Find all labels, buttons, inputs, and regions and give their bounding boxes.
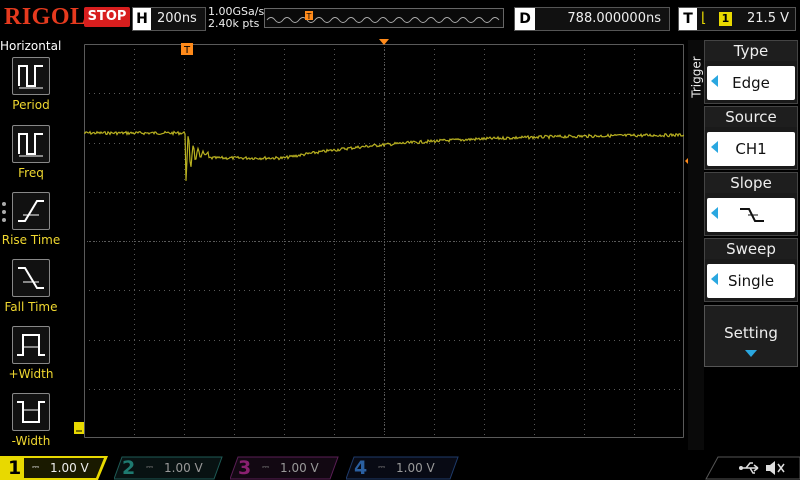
- channel-3-tab[interactable]: 3 ⎓ 1.00 V: [230, 456, 340, 480]
- run-stop-status[interactable]: STOP: [84, 7, 130, 27]
- channel-2-number: 2: [122, 457, 136, 479]
- dc-coupling-icon: ⎓: [32, 463, 40, 473]
- trigger-slope-value-box: [707, 198, 795, 232]
- dc-coupling-icon: ⎓: [146, 463, 154, 473]
- trigger-source-value-box: CH1: [707, 132, 795, 166]
- memory-waveform-icon: T: [266, 11, 500, 23]
- negative-width-label: -Width: [11, 434, 51, 448]
- page-indicator-dots: [2, 202, 6, 226]
- memory-depth: 2.40k pts: [208, 17, 260, 30]
- fall-time-label: Fall Time: [4, 300, 58, 314]
- trigger-source-value: CH1: [735, 140, 767, 158]
- grid-lines: [84, 44, 684, 438]
- trigger-key-label: T: [679, 8, 697, 30]
- trigger-sweep-title: Sweep: [705, 239, 797, 259]
- trigger-sweep-softkey[interactable]: Sweep Single: [704, 238, 798, 302]
- trigger-tab-label: Trigger: [689, 56, 704, 98]
- delay-key-label: D: [515, 8, 535, 30]
- freq-icon: [18, 133, 43, 157]
- left-arrow-icon: [711, 141, 718, 153]
- channel-3-number: 3: [238, 457, 252, 479]
- positive-width-icon: [17, 334, 45, 356]
- positive-width-button[interactable]: [12, 326, 50, 364]
- delay-value: 788.000000ns: [567, 11, 661, 26]
- graticule: [83, 44, 685, 438]
- rigol-logo: RIGOL: [4, 4, 87, 30]
- channel-4-scale: 1.00 V: [396, 461, 435, 475]
- delay-box[interactable]: D 788.000000ns: [514, 7, 670, 31]
- chevron-down-icon: [745, 350, 757, 357]
- channel-1-number: 1: [8, 457, 22, 479]
- trigger-source-softkey[interactable]: Source CH1: [704, 106, 798, 170]
- negative-width-icon: [17, 401, 45, 423]
- period-button[interactable]: [12, 57, 50, 95]
- freq-button[interactable]: [12, 125, 50, 163]
- trigger-sweep-value-box: Single: [707, 264, 795, 298]
- memory-window-overview: T: [264, 8, 504, 28]
- horizontal-key-label: H: [133, 8, 151, 30]
- trigger-slope-title: Slope: [705, 173, 797, 193]
- trigger-type-title: Type: [705, 41, 797, 61]
- rise-time-icon: [18, 200, 44, 222]
- speaker-muted-icon[interactable]: [764, 459, 786, 477]
- trigger-type-softkey[interactable]: Type Edge: [704, 40, 798, 104]
- trigger-channel-badge: 1: [719, 12, 732, 26]
- trigger-sweep-value: Single: [727, 272, 775, 290]
- horizontal-center-marker-icon: [379, 39, 389, 45]
- channel-2-tab[interactable]: 2 ⎓ 1.00 V: [114, 456, 224, 480]
- trigger-type-value-box: Edge: [707, 66, 795, 100]
- setting-label: Setting: [724, 324, 778, 342]
- channel-2-scale: 1.00 V: [164, 461, 203, 475]
- rise-time-button[interactable]: [12, 192, 50, 230]
- left-arrow-icon: [711, 75, 718, 87]
- period-label: Period: [12, 98, 50, 112]
- channel-3-scale: 1.00 V: [280, 461, 319, 475]
- channel-4-number: 4: [354, 457, 368, 479]
- left-arrow-icon: [711, 207, 718, 219]
- freq-label: Freq: [18, 166, 44, 180]
- rise-time-label: Rise Time: [1, 233, 61, 247]
- period-icon: [18, 65, 43, 89]
- horizontal-timebase-box[interactable]: H 200ns: [132, 7, 206, 31]
- acquisition-info: 1.00GSa/s 2.40k pts: [208, 6, 264, 30]
- channel-1-ground-marker-icon[interactable]: [73, 421, 85, 435]
- trigger-menu-tab[interactable]: Trigger: [688, 40, 704, 450]
- fall-time-icon: [18, 267, 44, 289]
- trigger-level-value: 21.5 V: [747, 11, 789, 26]
- positive-width-label: +Width: [8, 367, 54, 381]
- waveform-display[interactable]: [83, 44, 685, 438]
- trigger-status-box[interactable]: T ⌊ 1 21.5 V: [678, 7, 796, 31]
- trigger-slope-softkey[interactable]: Slope: [704, 172, 798, 236]
- falling-edge-icon: ⌊: [701, 10, 707, 26]
- trigger-position-marker[interactable]: T: [180, 42, 194, 56]
- channel-1-tab[interactable]: 1 ⎓ 1.00 V: [0, 456, 108, 480]
- channel-1-scale: 1.00 V: [50, 461, 89, 475]
- usb-icon: [739, 462, 759, 474]
- svg-text:T: T: [183, 45, 191, 56]
- left-arrow-icon: [711, 273, 718, 285]
- dc-coupling-icon: ⎓: [378, 463, 386, 473]
- measure-menu-title: Horizontal: [0, 39, 62, 53]
- trigger-setting-softkey[interactable]: Setting: [704, 305, 798, 367]
- negative-width-button[interactable]: [12, 393, 50, 431]
- fall-time-button[interactable]: [12, 259, 50, 297]
- dc-coupling-icon: ⎓: [262, 463, 270, 473]
- timebase-value: 200ns: [157, 11, 197, 26]
- trigger-type-value: Edge: [732, 74, 770, 92]
- trigger-source-title: Source: [705, 107, 797, 127]
- channel-4-tab[interactable]: 4 ⎓ 1.00 V: [346, 456, 460, 480]
- svg-text:T: T: [306, 12, 312, 21]
- falling-edge-icon: [740, 208, 764, 222]
